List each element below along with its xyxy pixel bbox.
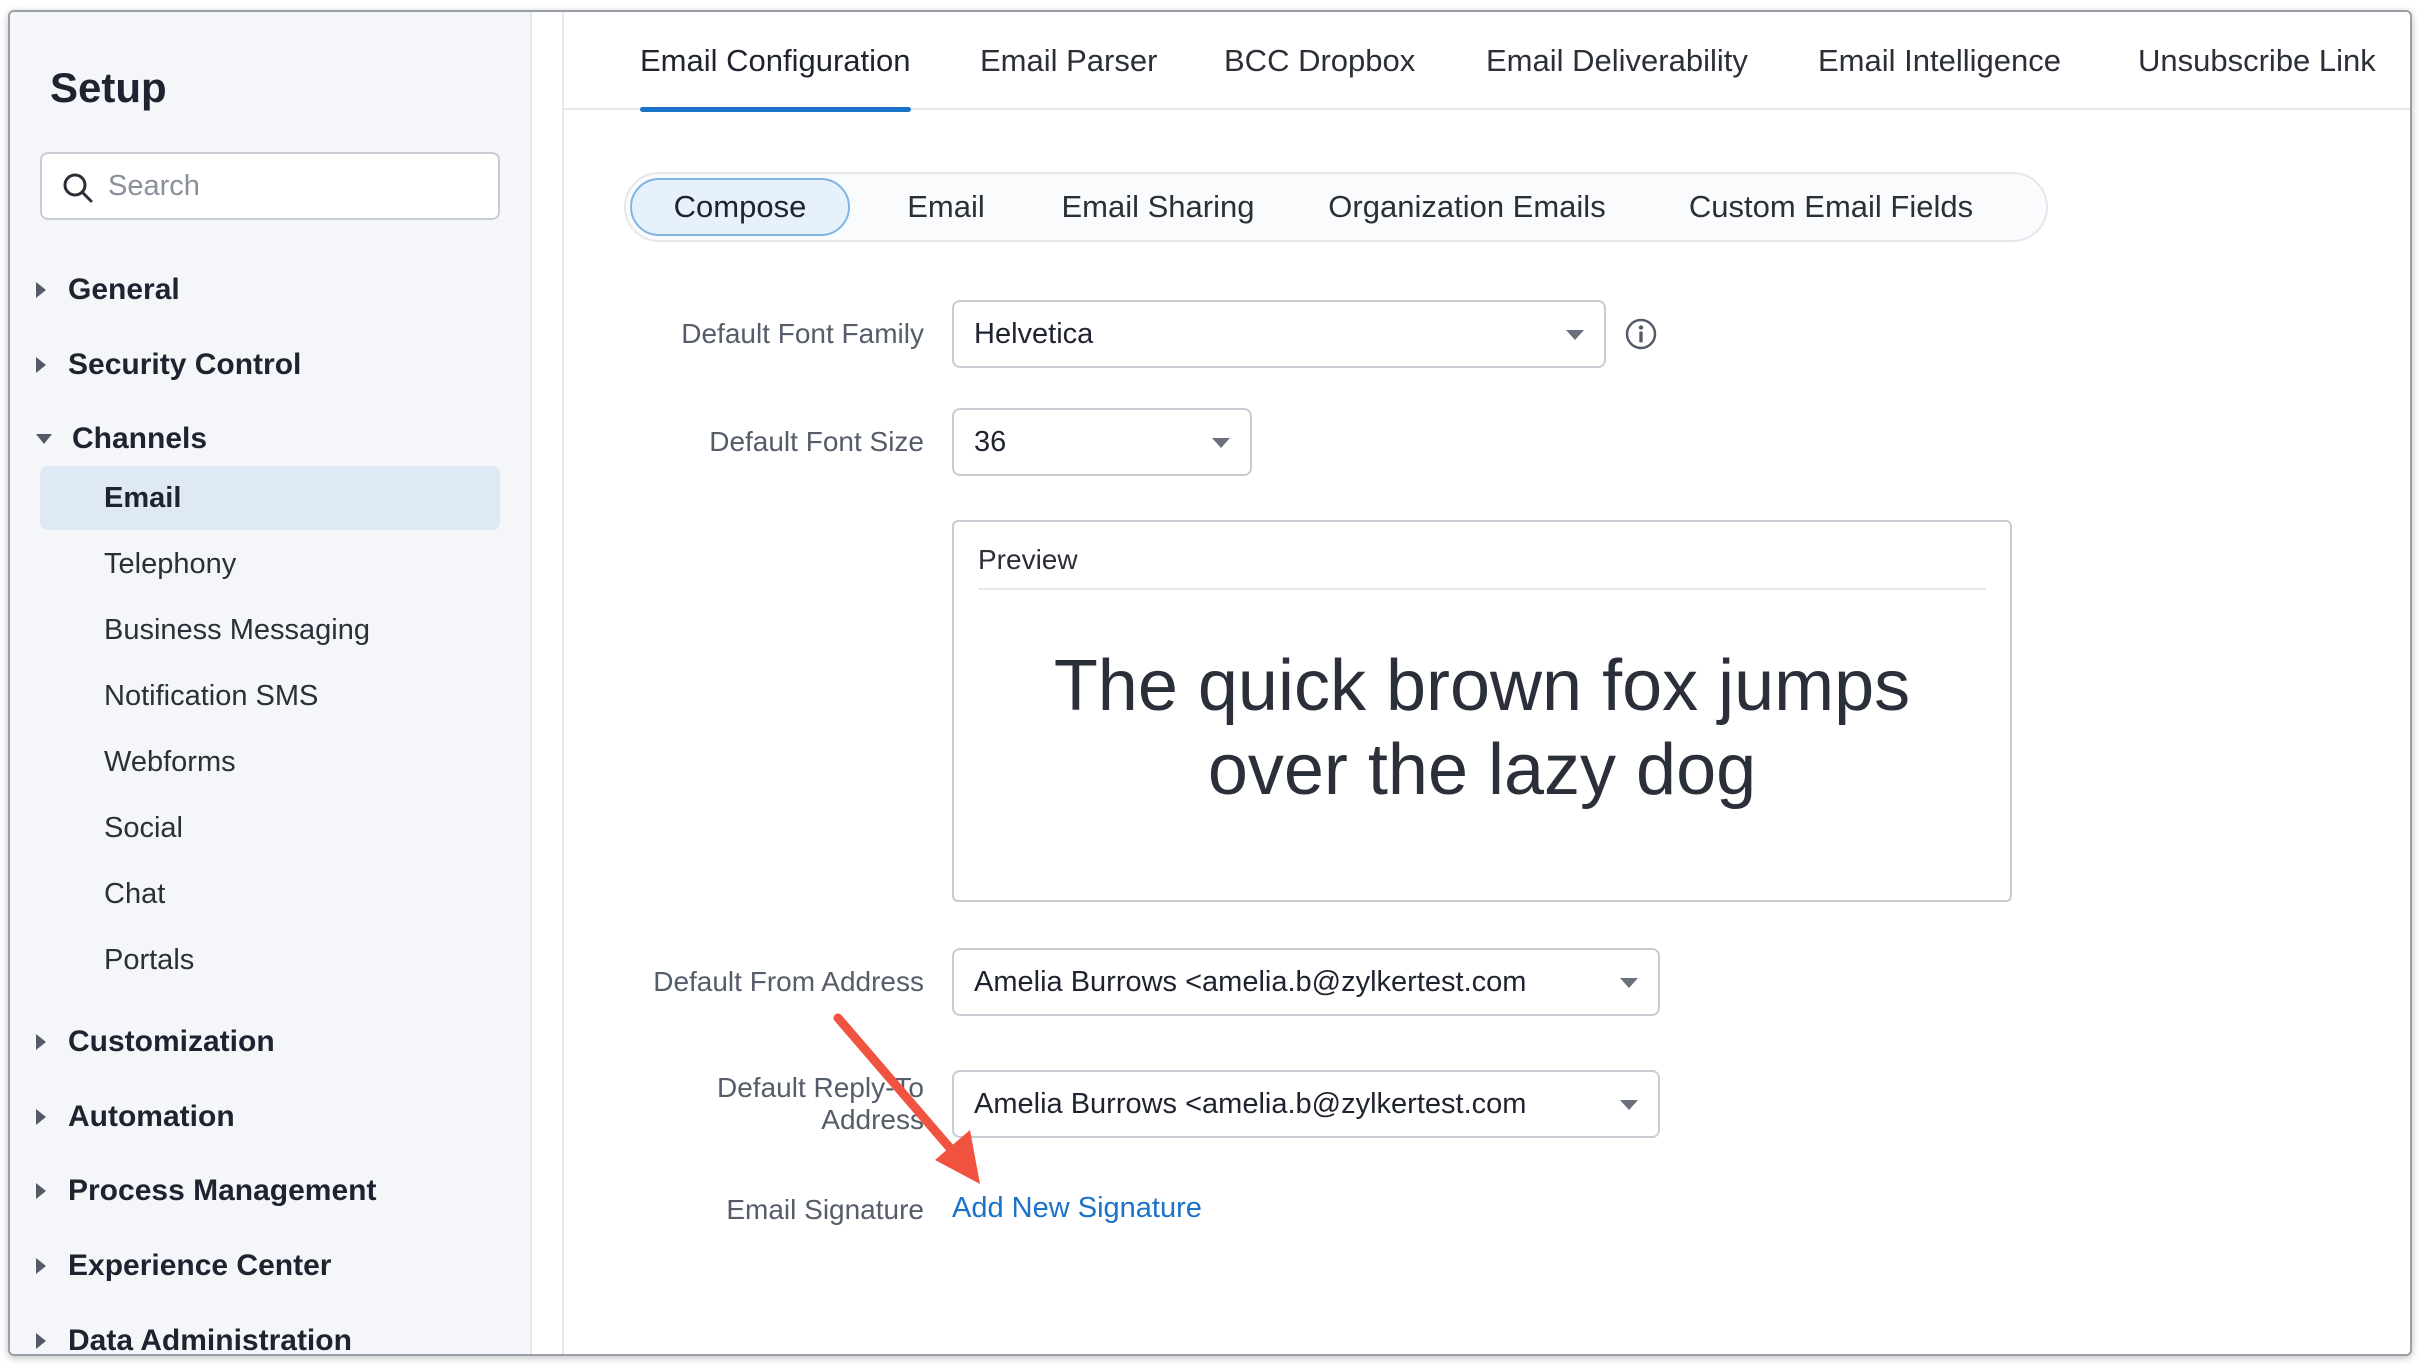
caret-right-icon [36,1183,46,1199]
from-address-value: Amelia Burrows <amelia.b@zylkertest.com [974,965,1527,998]
sidebar-item-notification-sms[interactable]: Notification SMS [40,664,500,728]
caret-right-icon [36,357,46,373]
info-icon[interactable] [1624,317,1658,351]
caret-right-icon [36,1333,46,1349]
search-icon [63,173,93,203]
caret-down-icon [36,434,52,444]
tab-email-parser[interactable]: Email Parser [980,12,1157,110]
reply-to-label: Default Reply-To Address [604,1072,924,1136]
chevron-down-icon [1620,1100,1638,1110]
sidebar-group-label: Data Administration [68,1324,352,1356]
add-new-signature-link[interactable]: Add New Signature [952,1192,1202,1225]
search-box[interactable] [40,152,500,220]
font-family-label: Default Font Family [681,318,924,349]
preview-text: The quick brown fox jumps over the lazy … [954,644,2010,812]
subtab-organization-emails[interactable]: Organization Emails [1302,178,1632,236]
sidebar-item-email[interactable]: Email [40,466,500,530]
sidebar-group-customization[interactable]: Customization [36,1017,275,1067]
sidebar-item-chat[interactable]: Chat [40,862,500,926]
sidebar-group-label: Customization [68,1025,275,1058]
sidebar-group-label: Process Management [68,1174,377,1207]
caret-right-icon [36,1034,46,1050]
search-input[interactable] [108,164,478,208]
sidebar-item-social[interactable]: Social [40,796,500,860]
caret-right-icon [36,1258,46,1274]
subtab-custom-email-fields[interactable]: Custom Email Fields [1656,178,2006,236]
sidebar-group-channels[interactable]: Channels [36,414,207,464]
subtab-email-sharing[interactable]: Email Sharing [1038,178,1278,236]
caret-right-icon [36,1109,46,1125]
signature-label: Email Signature [726,1194,924,1225]
chevron-down-icon [1620,978,1638,988]
chevron-down-icon [1212,438,1230,448]
reply-to-select[interactable]: Amelia Burrows <amelia.b@zylkertest.com [952,1070,1660,1138]
subtab-email[interactable]: Email [876,178,1016,236]
sidebar-title: Setup [50,64,167,111]
tab-unsubscribe-link[interactable]: Unsubscribe Link [2138,12,2376,110]
preview-label: Preview [978,544,1078,575]
sidebar-group-experience-center[interactable]: Experience Center [36,1241,331,1291]
sidebar-group-security-control[interactable]: Security Control [36,340,301,390]
sub-tab-bar: Compose Email Email Sharing Organization… [624,172,2048,242]
font-size-select[interactable]: 36 [952,408,1252,476]
tab-email-deliverability[interactable]: Email Deliverability [1486,12,1748,110]
sidebar-group-data-administration[interactable]: Data Administration [36,1316,352,1356]
sidebar-item-business-messaging[interactable]: Business Messaging [40,598,500,662]
sidebar-item-webforms[interactable]: Webforms [40,730,500,794]
sidebar-item-telephony[interactable]: Telephony [40,532,500,596]
sidebar-item-portals[interactable]: Portals [40,928,500,992]
tab-bcc-dropbox[interactable]: BCC Dropbox [1224,12,1415,110]
sidebar-group-automation[interactable]: Automation [36,1092,235,1142]
app-window: Setup General Security Control Channels … [8,10,2412,1356]
sidebar-group-label: General [68,273,180,306]
chevron-down-icon [1566,330,1584,340]
sidebar-group-label: Channels [72,422,208,455]
font-preview-box: Preview The quick brown fox jumps over t… [952,520,2012,902]
sidebar-group-process-management[interactable]: Process Management [36,1166,376,1216]
sidebar-group-label: Experience Center [68,1249,332,1282]
font-size-label: Default Font Size [709,426,924,457]
main-content: Email Configuration Email Parser BCC Dro… [562,12,2410,1354]
from-address-select[interactable]: Amelia Burrows <amelia.b@zylkertest.com [952,948,1660,1016]
preview-text-line1: The quick brown fox jumps [1053,646,1911,726]
tab-email-intelligence[interactable]: Email Intelligence [1818,12,2061,110]
subtab-compose[interactable]: Compose [630,178,850,236]
caret-right-icon [36,282,46,298]
tab-email-configuration[interactable]: Email Configuration [640,12,911,112]
sidebar-group-label: Security Control [68,348,302,381]
font-family-value: Helvetica [974,317,1094,350]
reply-to-label-line2: Address [821,1104,924,1135]
font-family-select[interactable]: Helvetica [952,300,1606,368]
sidebar-group-general[interactable]: General [36,265,180,315]
top-tab-bar: Email Configuration Email Parser BCC Dro… [564,12,2410,112]
sidebar-group-label: Automation [68,1100,235,1133]
font-size-value: 36 [974,425,1007,458]
setup-sidebar: Setup General Security Control Channels … [10,12,532,1354]
reply-to-label-line1: Default Reply-To [717,1072,924,1103]
preview-text-line2: over the lazy dog [1207,730,1757,810]
reply-to-value: Amelia Burrows <amelia.b@zylkertest.com [974,1087,1527,1120]
preview-divider [978,588,1986,590]
from-address-label: Default From Address [653,966,924,997]
